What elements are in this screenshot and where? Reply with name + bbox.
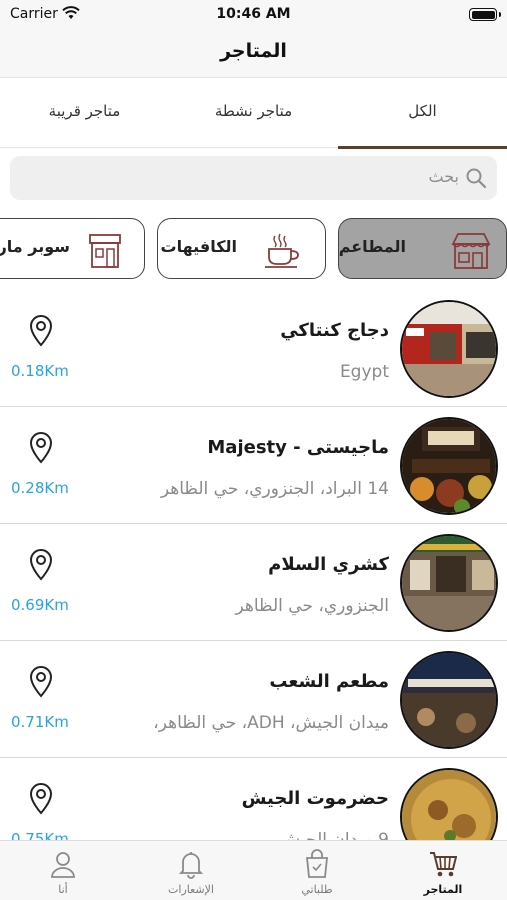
store-address: الجنزوري، حي الظاهر bbox=[235, 596, 389, 616]
store-name: كشري السلام bbox=[268, 554, 389, 575]
location-pin-icon bbox=[29, 782, 53, 815]
store-row[interactable]: كشري السلام الجنزوري، حي الظاهر 0.69Km bbox=[0, 524, 507, 641]
category-supermarket[interactable]: سوبر ماركت bbox=[0, 218, 145, 279]
bottom-tab-bar: المتاجر طلباتي الإشعارات أنا bbox=[0, 840, 507, 900]
search-input[interactable]: بحث bbox=[10, 156, 497, 200]
store-thumbnail bbox=[400, 417, 498, 515]
store-row[interactable]: مطعم الشعب ميدان الجيش، ADH، حي الظاهر، … bbox=[0, 641, 507, 758]
page-title: المتاجر bbox=[220, 40, 287, 62]
tab-nearby-stores[interactable]: متاجر قريبة bbox=[0, 78, 169, 148]
status-bar: Carrier 10:46 AM bbox=[0, 0, 507, 30]
store-list: دجاج كنتاكي Egypt 0.18Km ماجيستى - Majes… bbox=[0, 290, 507, 840]
user-icon bbox=[51, 852, 75, 878]
store-name: مطعم الشعب bbox=[269, 671, 389, 692]
store-row[interactable]: حضرموت الجيش 9 ميدان الجيش 0.75Km bbox=[0, 758, 507, 840]
supermarket-icon bbox=[89, 234, 121, 268]
store-thumbnail bbox=[400, 534, 498, 632]
store-address: 9 ميدان الجيش bbox=[279, 830, 389, 840]
store-thumbnail bbox=[400, 300, 498, 398]
search-placeholder: بحث bbox=[428, 167, 460, 186]
store-address: Egypt bbox=[339, 362, 389, 382]
tab-label: طلباتي bbox=[301, 883, 333, 896]
tab-label: أنا bbox=[58, 883, 68, 896]
store-distance: 0.18Km bbox=[11, 362, 69, 380]
coffee-cup-icon bbox=[265, 233, 299, 268]
category-label: سوبر ماركت bbox=[0, 237, 70, 256]
store-distance: 0.69Km bbox=[11, 596, 69, 614]
store-name: ماجيستى - Majesty bbox=[207, 437, 389, 458]
tab-my-orders[interactable]: طلباتي bbox=[254, 841, 380, 900]
shopping-bag-icon bbox=[306, 849, 328, 878]
battery-icon bbox=[469, 8, 501, 21]
tab-notifications[interactable]: الإشعارات bbox=[128, 841, 254, 900]
location-pin-icon bbox=[29, 314, 53, 347]
store-filter-tabs: الكل متاجر نشطة متاجر قريبة bbox=[0, 78, 507, 149]
search-icon bbox=[466, 168, 487, 189]
cart-icon bbox=[430, 852, 457, 877]
store-thumbnail bbox=[400, 651, 498, 749]
store-row[interactable]: دجاج كنتاكي Egypt 0.18Km bbox=[0, 290, 507, 407]
category-restaurants[interactable]: المطاعم bbox=[338, 218, 507, 279]
bell-icon bbox=[178, 852, 204, 879]
category-chips: المطاعم الكافيهات سوبر ماركت bbox=[0, 218, 507, 280]
tab-profile[interactable]: أنا bbox=[0, 841, 126, 900]
store-distance: 0.75Km bbox=[11, 830, 69, 840]
category-label: الكافيهات bbox=[160, 237, 237, 256]
clock: 10:46 AM bbox=[216, 6, 291, 22]
location-pin-icon bbox=[29, 665, 53, 698]
store-distance: 0.71Km bbox=[11, 713, 69, 731]
store-name: دجاج كنتاكي bbox=[280, 320, 389, 341]
location-pin-icon bbox=[29, 548, 53, 581]
tab-active-stores[interactable]: متاجر نشطة bbox=[169, 78, 338, 148]
store-address: ميدان الجيش، ADH، حي الظاهر، bbox=[153, 713, 389, 733]
tab-all[interactable]: الكل bbox=[338, 78, 507, 149]
tab-stores[interactable]: المتاجر bbox=[380, 841, 506, 900]
navigation-bar: المتاجر bbox=[0, 30, 507, 78]
tab-label: الإشعارات bbox=[168, 883, 214, 896]
store-distance: 0.28Km bbox=[11, 479, 69, 497]
category-label: المطاعم bbox=[338, 237, 406, 256]
restaurant-storefront-icon bbox=[451, 233, 491, 269]
store-address: 14 البراد، الجنزوري، حي الظاهر bbox=[160, 479, 389, 499]
store-row[interactable]: ماجيستى - Majesty 14 البراد، الجنزوري، ح… bbox=[0, 407, 507, 524]
store-thumbnail bbox=[400, 768, 498, 840]
tab-label: المتاجر bbox=[423, 883, 463, 896]
store-name: حضرموت الجيش bbox=[241, 788, 389, 809]
category-cafes[interactable]: الكافيهات bbox=[157, 218, 326, 279]
location-pin-icon bbox=[29, 431, 53, 464]
